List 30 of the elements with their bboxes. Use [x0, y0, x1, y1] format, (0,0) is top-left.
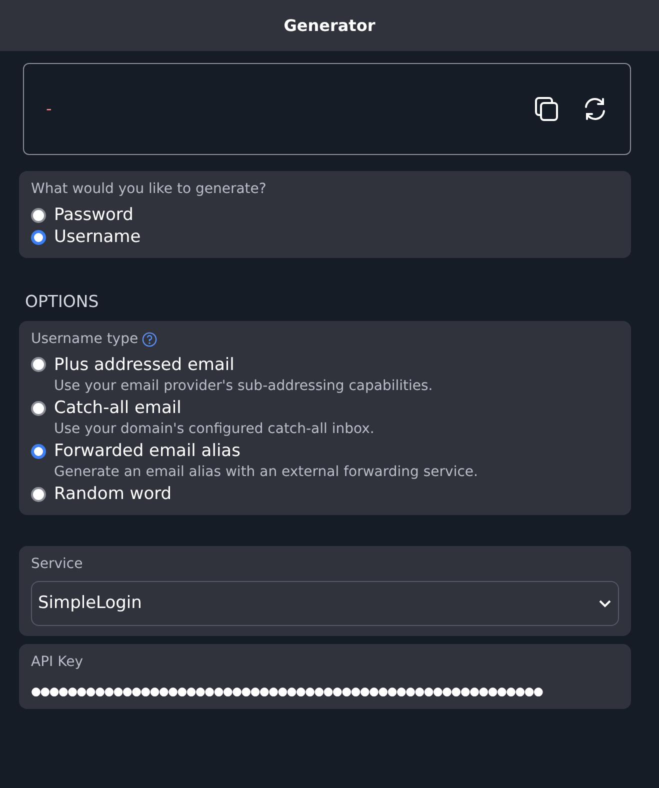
generated-value: -: [46, 98, 53, 120]
api-key-field[interactable]: ●●●●●●●●●●●●●●●●●●●●●●●●●●●●●●●●●●●●●●●●●●●●●●●●●●●●●●●●: [31, 683, 619, 701]
option-description: Use your email provider's sub-addressing capabilities.: [54, 377, 434, 396]
question-label: What would you like to generate?: [31, 180, 268, 199]
page-title: Generator: [284, 14, 376, 36]
refresh-icon: [582, 96, 608, 122]
option-label[interactable]: Password: [54, 204, 134, 226]
field-label: API Key: [31, 653, 84, 672]
option-label[interactable]: Username: [54, 226, 141, 248]
option-label[interactable]: Plus addressed email: [54, 354, 234, 376]
radio-button[interactable]: [31, 444, 46, 459]
field-label: Username type: [31, 330, 138, 349]
regenerate-button[interactable]: [582, 96, 608, 122]
radio-button[interactable]: [31, 357, 46, 372]
section-heading: OPTIONS: [25, 291, 100, 314]
option-description: Use your domain's configured catch-all inbox.: [54, 420, 376, 440]
option-label[interactable]: Catch-all email: [54, 397, 182, 420]
radio-button[interactable]: [31, 400, 46, 416]
option-label[interactable]: Random word: [54, 483, 172, 506]
copy-button[interactable]: [534, 96, 560, 122]
radio-button[interactable]: [31, 208, 46, 223]
field-label: Service: [31, 555, 84, 574]
radio-button[interactable]: [31, 230, 46, 245]
service-select[interactable]: SimpleLogin: [31, 581, 619, 626]
option-label[interactable]: Forwarded email alias: [54, 440, 240, 462]
option-description: Generate an email alias with an external forwarding service.: [54, 463, 479, 482]
copy-icon: [534, 96, 560, 122]
radio-button[interactable]: [31, 486, 46, 502]
chevron-down-icon: [598, 598, 612, 609]
help-icon[interactable]: [142, 332, 158, 347]
